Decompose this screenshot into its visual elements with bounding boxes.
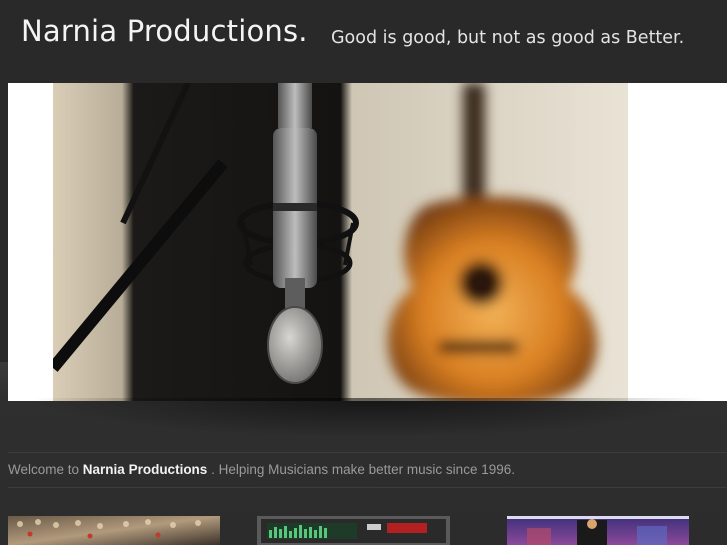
hero-banner	[8, 83, 727, 401]
welcome-prefix: Welcome to	[8, 462, 80, 477]
site-title[interactable]: Narnia Productions.	[21, 14, 308, 48]
thumbnail-mixing-console[interactable]	[8, 516, 220, 545]
welcome-suffix: . Helping Musicians make better music si…	[211, 462, 515, 477]
welcome-bar: Welcome to Narnia Productions . Helping …	[8, 452, 727, 488]
thumbnail-audio-rack[interactable]	[257, 516, 450, 545]
audio-rack-icon	[257, 516, 450, 545]
welcome-brand[interactable]: Narnia Productions	[83, 462, 208, 477]
stage-performance-icon	[507, 516, 689, 545]
thumbnail-stage[interactable]	[507, 516, 689, 545]
studio-photo-icon	[53, 83, 628, 401]
site-tagline: Good is good, but not as good as Better.	[331, 28, 685, 48]
hero-shadow	[30, 398, 710, 438]
mixing-console-icon	[8, 516, 220, 545]
